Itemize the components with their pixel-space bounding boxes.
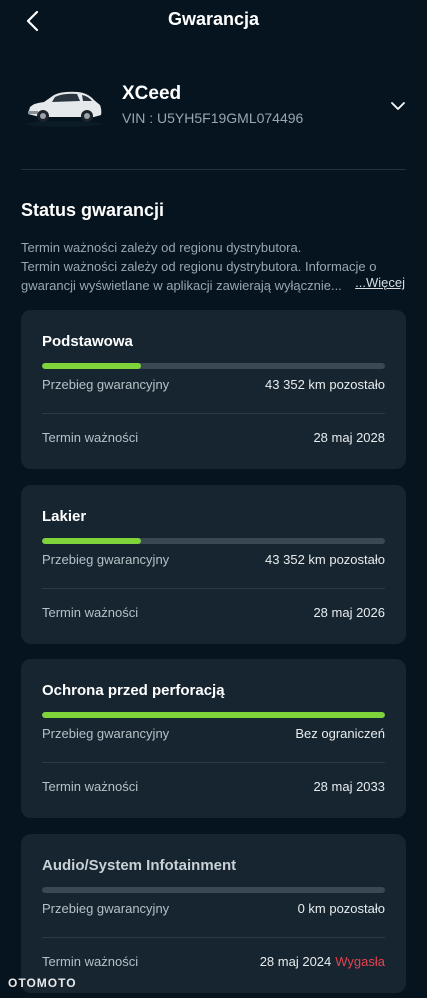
expiry-value: 28 maj 2033	[313, 779, 385, 794]
expired-badge: Wygasła	[335, 954, 385, 969]
row-divider	[42, 762, 385, 763]
vehicle-selector[interactable]: XCeed VIN : U5YH5F19GML074496	[0, 70, 427, 150]
car-image	[26, 91, 102, 127]
progress-bar	[42, 538, 385, 544]
expiry-label: Termin ważności	[42, 779, 139, 794]
warranty-title: Audio/System Infotainment	[42, 857, 237, 874]
expiry-label: Termin ważności	[42, 954, 139, 969]
app-header: Gwarancja	[0, 0, 427, 42]
warranty-title: Lakier	[42, 508, 87, 525]
mileage-value: 0 km pozostało	[297, 901, 385, 916]
mileage-label: Przebieg gwarancyjny	[42, 552, 170, 567]
expiry-label: Termin ważności	[42, 605, 139, 620]
mileage-value: Bez ograniczeń	[295, 726, 385, 741]
mileage-label: Przebieg gwarancyjny	[42, 901, 170, 916]
chevron-down-icon[interactable]	[388, 96, 408, 116]
mileage-value: 43 352 km pozostało	[265, 377, 385, 392]
expiry-value: 28 maj 2028	[313, 430, 385, 445]
expiry-date: 28 maj 2026	[313, 605, 385, 620]
vehicle-name: XCeed	[122, 83, 182, 104]
section-title: Status gwarancji	[21, 200, 165, 220]
progress-fill	[42, 363, 142, 369]
page-title: Gwarancja	[167, 9, 260, 29]
mileage-label: Przebieg gwarancyjny	[42, 377, 170, 392]
expiry-date: 28 maj 2028	[313, 430, 385, 445]
warranty-title: Ochrona przed perforacją	[42, 682, 225, 699]
expiry-value: 28 maj 2024 Wygasła	[260, 954, 385, 969]
warranty-title: Podstawowa	[42, 333, 133, 350]
expiry-date: 28 maj 2033	[313, 779, 385, 794]
status-description: Termin ważności zależy od regionu dystry…	[21, 238, 407, 295]
warranty-card: Audio/System Infotainment Przebieg gwara…	[21, 834, 406, 993]
warranty-card: Podstawowa Przebieg gwarancyjny 43 352 k…	[21, 310, 406, 469]
warranty-card: Lakier Przebieg gwarancyjny 43 352 km po…	[21, 485, 406, 644]
progress-bar	[42, 712, 385, 718]
description-line: Termin ważności zależy od regionu dystry…	[21, 240, 302, 255]
row-divider	[42, 937, 385, 938]
description-line: gwarancji wyświetlane w aplikacji zawier…	[21, 278, 342, 293]
vehicle-vin: VIN : U5YH5F19GML074496	[122, 110, 304, 126]
watermark-logo: OTOMOTO	[8, 976, 77, 990]
progress-fill	[42, 712, 385, 718]
row-divider	[42, 588, 385, 589]
expiry-date: 28 maj 2024	[259, 954, 332, 969]
progress-fill	[42, 538, 142, 544]
progress-bar	[42, 363, 385, 369]
expiry-value: 28 maj 2026	[313, 605, 385, 620]
progress-bar	[42, 887, 385, 893]
expiry-label: Termin ważności	[42, 430, 139, 445]
description-line: Termin ważności zależy od regionu dystry…	[21, 259, 377, 274]
mileage-label: Przebieg gwarancyjny	[42, 726, 170, 741]
divider	[21, 169, 406, 170]
mileage-value: 43 352 km pozostało	[265, 552, 385, 567]
more-link[interactable]: ...Więcej	[352, 275, 405, 290]
row-divider	[42, 413, 385, 414]
warranty-card: Ochrona przed perforacją Przebieg gwaran…	[21, 659, 406, 818]
